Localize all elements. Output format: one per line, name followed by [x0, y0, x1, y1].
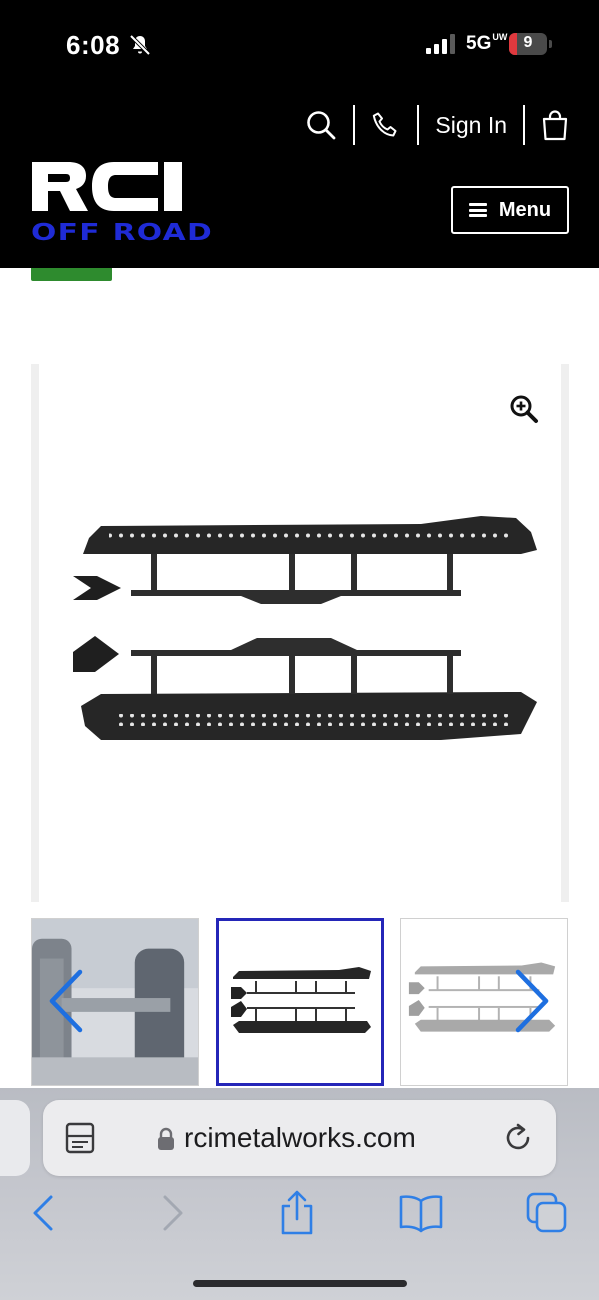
forward-button[interactable]	[148, 1188, 198, 1238]
thumbnail-2-selected[interactable]	[216, 918, 384, 1086]
lock-icon	[158, 1127, 174, 1150]
chevron-left-icon[interactable]	[46, 968, 86, 1034]
menu-label: Menu	[498, 198, 552, 221]
rock-sliders-dark	[219, 921, 381, 1083]
thumbnail-strip	[31, 918, 569, 1088]
battery-icon: 9	[509, 33, 547, 55]
product-main-image[interactable]	[31, 364, 569, 902]
cart-button[interactable]	[541, 104, 569, 146]
divider	[353, 105, 356, 145]
tabs-icon	[526, 1192, 567, 1233]
reader-icon[interactable]	[65, 1122, 95, 1154]
chevron-right-icon[interactable]	[512, 968, 552, 1034]
share-icon	[281, 1190, 313, 1235]
status-bar: 6:08 5GUW 9	[0, 0, 599, 90]
site-header: Sign In OFF ROAD Menu	[0, 90, 599, 268]
browser-chrome: rcimetalworks.com	[0, 1088, 599, 1300]
bookmarks-button[interactable]	[396, 1188, 446, 1238]
url-text: rcimetalworks.com	[184, 1122, 416, 1153]
share-button[interactable]	[272, 1188, 322, 1238]
green-button-edge[interactable]	[31, 268, 112, 281]
home-indicator[interactable]	[193, 1280, 407, 1287]
zoom-in-icon[interactable]	[509, 394, 539, 424]
status-time: 6:08	[66, 30, 121, 60]
tabs-button[interactable]	[522, 1188, 572, 1238]
reload-icon[interactable]	[502, 1122, 534, 1154]
battery-level: 9	[523, 34, 533, 51]
menu-button[interactable]: Menu	[451, 186, 569, 234]
rci-off-road-logo[interactable]: OFF ROAD	[30, 156, 214, 244]
header-utility-nav: Sign In	[305, 104, 569, 146]
search-icon	[307, 111, 336, 140]
divider	[417, 105, 420, 145]
browser-toolbar	[0, 1188, 599, 1244]
sign-in-link[interactable]: Sign In	[435, 104, 507, 146]
rock-sliders-image	[73, 516, 537, 740]
shopping-bag-icon	[542, 110, 568, 141]
search-button[interactable]	[305, 104, 337, 146]
battery-tip	[549, 40, 552, 48]
address-bar[interactable]: rcimetalworks.com	[43, 1100, 556, 1176]
hamburger-icon	[468, 203, 487, 217]
bookmarks-icon	[399, 1195, 443, 1233]
bell-slash-icon	[129, 34, 151, 56]
divider	[523, 105, 525, 145]
back-icon	[33, 1195, 53, 1231]
back-button[interactable]	[18, 1188, 68, 1238]
phone-icon	[373, 112, 397, 137]
signal-icon	[426, 34, 455, 54]
previous-tab-card[interactable]	[0, 1100, 30, 1176]
network-label: 5GUW	[466, 32, 508, 55]
svg-text:OFF ROAD: OFF ROAD	[31, 220, 213, 244]
forward-icon	[163, 1195, 183, 1231]
phone-button[interactable]	[371, 104, 401, 146]
